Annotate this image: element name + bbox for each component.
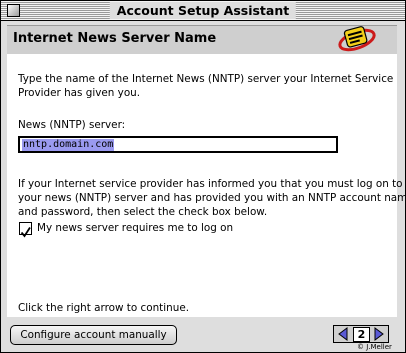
login-checkbox-label[interactable]: My news server requires me to log on [37, 221, 233, 235]
intro-text-line1: Type the name of the Internet News (NNTP… [18, 73, 394, 85]
content-panel: Type the name of the Internet News (NNTP… [7, 54, 406, 318]
window-title: Account Setup Assistant [109, 2, 297, 19]
checkmark-icon [20, 227, 31, 238]
news-server-input[interactable]: nntp.domain.com [18, 136, 338, 153]
server-field-label: News (NNTP) server: [18, 119, 126, 131]
next-arrow-icon[interactable] [370, 326, 387, 342]
configure-manually-button[interactable]: Configure account manually [10, 325, 177, 345]
info-text-line1: If your Internet service provider has in… [18, 178, 403, 190]
close-box-icon[interactable] [7, 4, 20, 17]
intro-text-line2: Provider has given you. [18, 87, 141, 99]
info-text-line2: your news (NNTP) server and has provided… [18, 192, 406, 204]
title-bar[interactable]: Account Setup Assistant [1, 1, 405, 21]
previous-arrow-icon[interactable] [335, 326, 352, 342]
step-header: Internet News Server Name [7, 25, 397, 55]
page-navigator: 2 [333, 325, 389, 343]
info-text-line3: and password, then select the check box … [18, 206, 268, 218]
news-server-value[interactable]: nntp.domain.com [22, 139, 115, 151]
page-number: 2 [353, 327, 370, 342]
footer-hint: Click the right arrow to continue. [18, 302, 190, 314]
login-checkbox[interactable] [19, 222, 32, 238]
assistant-window: Account Setup Assistant Internet News Se… [0, 0, 406, 353]
copyright-credit: © J.Meller [357, 343, 392, 351]
step-title: Internet News Server Name [13, 31, 217, 46]
assistant-icon [338, 26, 376, 52]
bottom-bar: Configure account manually 2 [7, 317, 399, 349]
